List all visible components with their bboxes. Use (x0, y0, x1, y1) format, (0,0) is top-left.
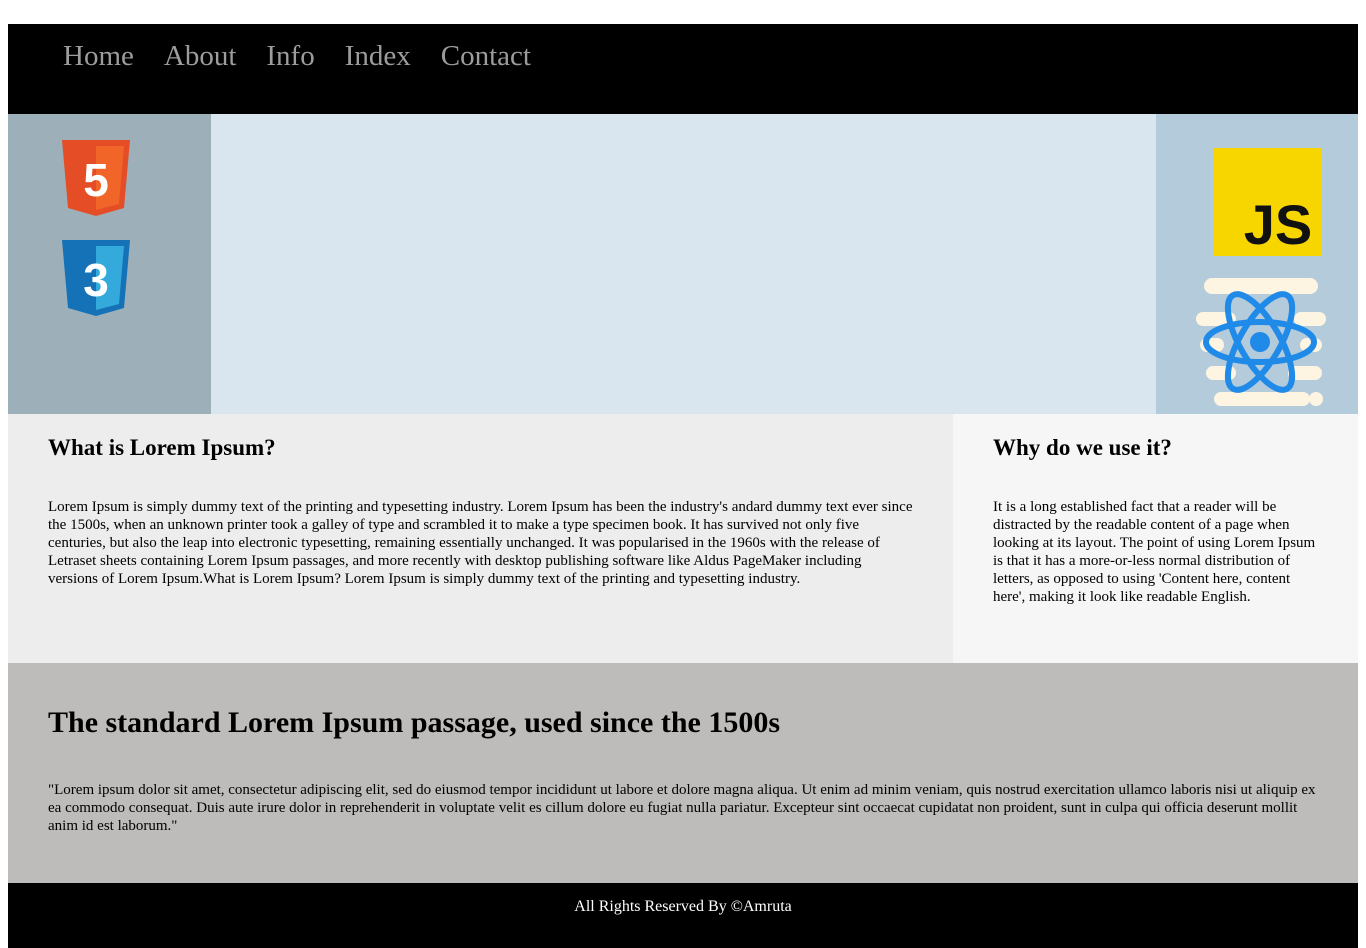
svg-text:JS: JS (1244, 193, 1313, 256)
nav-link-about[interactable]: About (164, 40, 237, 72)
main-column: What is Lorem Ipsum? Lorem Ipsum is simp… (8, 414, 953, 663)
footer: All Rights Reserved By ©Amruta (8, 883, 1358, 948)
footer-text: All Rights Reserved By ©Amruta (574, 898, 792, 915)
nav-link-index[interactable]: Index (345, 40, 411, 72)
top-nav: Home About Info Index Contact (8, 24, 1358, 114)
standard-passage-section: The standard Lorem Ipsum passage, used s… (8, 663, 1358, 883)
hero-section: 5 3 JS (8, 114, 1358, 414)
section-one-body: Lorem Ipsum is simply dummy text of the … (48, 499, 913, 587)
nav-item-index: Index (345, 38, 411, 74)
css3-logo-icon: 3 (62, 240, 130, 316)
standard-passage-title: The standard Lorem Ipsum passage, used s… (48, 706, 781, 739)
hero-right-panel: JS (1156, 114, 1358, 414)
nav-link-home[interactable]: Home (63, 40, 134, 72)
hero-center-panel (211, 114, 1156, 414)
nav-item-contact: Contact (441, 38, 531, 74)
javascript-logo-icon: JS (1214, 148, 1322, 256)
react-logo-icon (1196, 276, 1326, 408)
page: Home About Info Index Contact 5 3 JS Wha… (8, 24, 1358, 948)
nav-link-info[interactable]: Info (266, 40, 314, 72)
html5-logo-icon: 5 (62, 140, 130, 216)
hero-left-panel: 5 3 (8, 114, 211, 414)
nav-item-home: Home (63, 38, 134, 74)
section-two-body: It is a long established fact that a rea… (993, 499, 1316, 605)
section-two-title: Why do we use it? (993, 435, 1172, 460)
standard-passage-body: "Lorem ipsum dolor sit amet, consectetur… (48, 782, 1316, 834)
svg-text:5: 5 (83, 154, 109, 206)
section-one-title: What is Lorem Ipsum? (48, 435, 276, 460)
nav-list: Home About Info Index Contact (63, 38, 561, 74)
content-section: What is Lorem Ipsum? Lorem Ipsum is simp… (8, 414, 1358, 663)
side-column: Why do we use it? It is a long establish… (953, 414, 1358, 663)
svg-text:3: 3 (83, 254, 109, 306)
nav-item-about: About (164, 38, 237, 74)
nav-link-contact[interactable]: Contact (441, 40, 531, 72)
nav-item-info: Info (266, 38, 314, 74)
